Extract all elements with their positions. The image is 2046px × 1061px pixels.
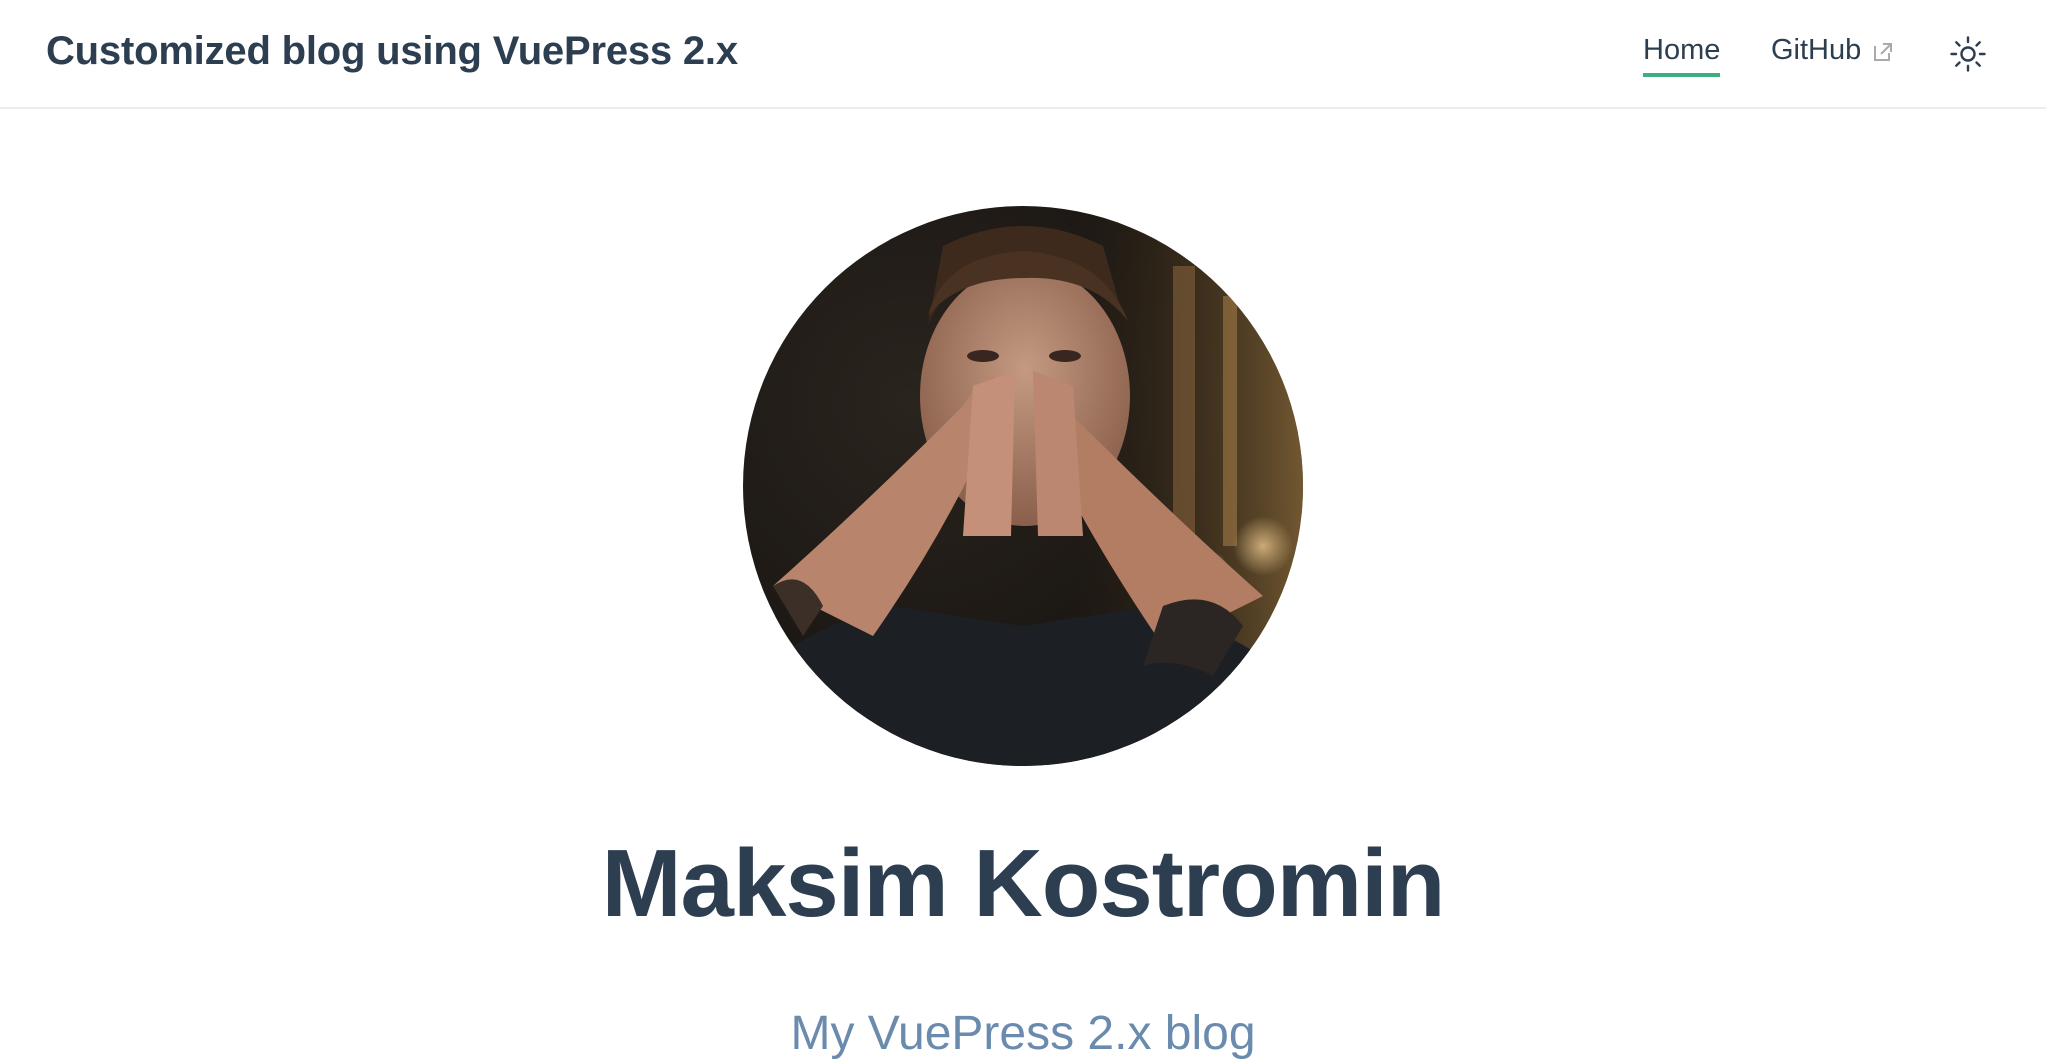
navbar: Customized blog using VuePress 2.x Home … [0, 0, 2046, 109]
external-link-icon [1871, 40, 1895, 64]
nav-link-github[interactable]: GitHub [1771, 34, 1895, 67]
nav-link-home-label: Home [1643, 34, 1721, 77]
sun-icon [1949, 36, 1987, 77]
theme-toggle-button[interactable] [1949, 35, 1987, 73]
avatar [743, 206, 1303, 766]
hero-section: Maksim Kostromin My VuePress 2.x blog [0, 109, 2046, 1060]
hero-tagline: My VuePress 2.x blog [790, 1007, 1256, 1060]
hero-name: Maksim Kostromin [601, 830, 1446, 937]
site-title-link[interactable]: Customized blog using VuePress 2.x [46, 29, 738, 74]
nav-link-github-label: GitHub [1771, 34, 1862, 66]
nav-link-home[interactable]: Home [1643, 34, 1721, 77]
